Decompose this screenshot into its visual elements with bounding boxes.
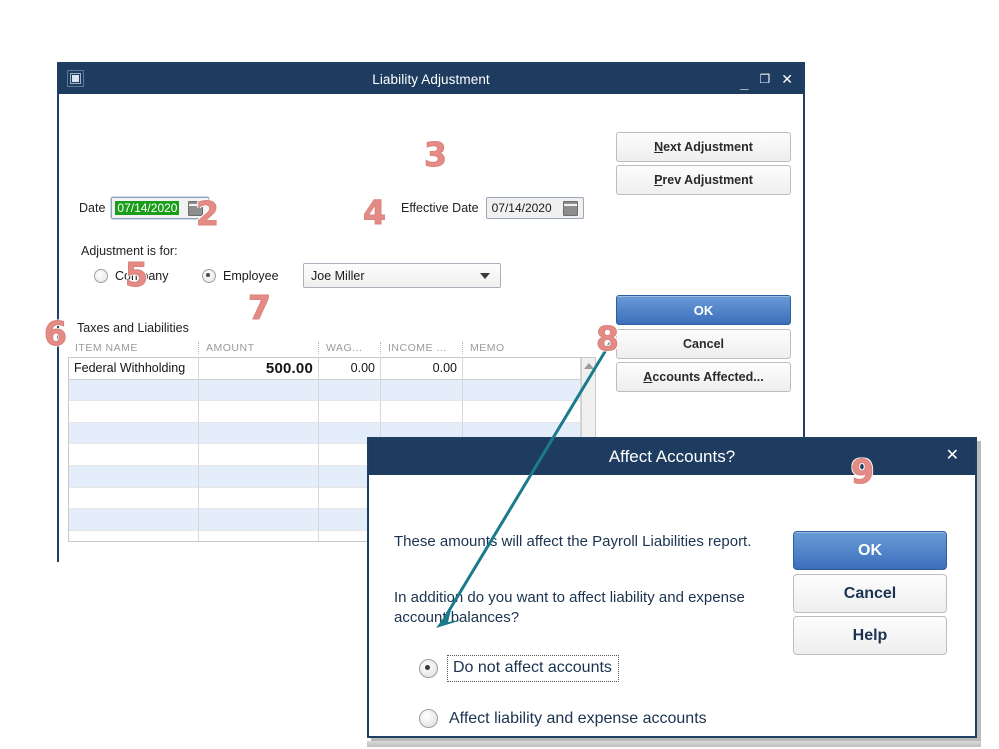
radio-company-icon	[94, 269, 108, 283]
cell-amount[interactable]	[199, 422, 319, 445]
close-icon[interactable]: ✕	[946, 448, 959, 464]
cell-item-name[interactable]	[69, 487, 199, 510]
cell-amount[interactable]	[199, 509, 319, 531]
dialog-help-button[interactable]: Help	[793, 616, 947, 655]
cell-amount[interactable]	[199, 444, 319, 466]
radio-do-not-affect-label: Do not affect accounts	[453, 659, 612, 676]
cell-item-name[interactable]: Federal Withholding	[69, 358, 199, 380]
column-header-income-subject[interactable]: INCOME ...	[380, 341, 462, 354]
minimize-icon[interactable]: _	[740, 76, 748, 91]
cell-amount[interactable]	[199, 465, 319, 488]
cancel-button[interactable]: Cancel	[616, 329, 791, 359]
column-header-wage-base[interactable]: WAG...	[318, 341, 380, 354]
callout-3: 3	[424, 135, 448, 174]
callout-2: 2	[196, 194, 220, 233]
affect-accounts-dialog: Affect Accounts? ✕ These amounts will af…	[367, 437, 977, 738]
affect-paragraph-1: These amounts will affect the Payroll Li…	[394, 533, 752, 550]
next-adjustment-label: ext Adjustment	[663, 140, 753, 154]
table-row[interactable]	[69, 401, 595, 423]
radio-affect-liability-icon	[419, 709, 438, 728]
cell-item-name[interactable]	[69, 379, 199, 402]
callout-7: 7	[248, 288, 272, 327]
radio-employee-label: Employee	[223, 269, 279, 283]
dialog-ok-button[interactable]: OK	[793, 531, 947, 570]
column-header-item-name[interactable]: ITEM NAME	[68, 342, 198, 354]
date-input[interactable]: 07/14/2020	[111, 197, 210, 219]
effective-date-value: 07/14/2020	[491, 201, 552, 215]
effective-date-label: Effective Date	[401, 201, 479, 215]
cell-memo[interactable]	[463, 401, 581, 423]
date-value: 07/14/2020	[115, 201, 180, 215]
next-adjustment-button[interactable]: Next Adjustment	[616, 132, 791, 162]
cell-wage-base[interactable]	[319, 379, 381, 402]
callout-5: 5	[125, 255, 149, 294]
cell-item-name[interactable]	[69, 401, 199, 423]
taxes-and-liabilities-label: Taxes and Liabilities	[77, 321, 189, 335]
cell-amount[interactable]	[199, 530, 319, 541]
window-controls: _ ❐ ✕	[740, 64, 793, 94]
cell-income-subject[interactable]: 0.00	[381, 358, 463, 380]
date-field-group: Date 07/14/2020	[79, 197, 210, 219]
table-row[interactable]	[69, 379, 595, 402]
date-label: Date	[79, 201, 106, 215]
cell-item-name[interactable]	[69, 444, 199, 466]
liability-adjustment-titlebar: Liability Adjustment _ ❐ ✕	[59, 64, 803, 94]
affect-paragraph-2: In addition do you want to affect liabil…	[394, 589, 745, 627]
chevron-down-icon[interactable]	[480, 272, 490, 279]
radio-do-not-affect-icon	[419, 659, 438, 678]
cell-item-name[interactable]	[69, 422, 199, 445]
radio-affect-liability-label: Affect liability and expense accounts	[449, 709, 707, 727]
radio-affect-liability-expense[interactable]: Affect liability and expense accounts	[419, 709, 707, 728]
column-header-memo[interactable]: MEMO	[462, 341, 580, 354]
dialog-cancel-button[interactable]: Cancel	[793, 574, 947, 613]
affect-accounts-titlebar: Affect Accounts? ✕	[369, 439, 975, 475]
taxes-grid-header: ITEM NAME AMOUNT WAG... INCOME ... MEMO	[68, 338, 596, 358]
cell-amount[interactable]	[199, 401, 319, 423]
dialog-footer-strip	[367, 741, 981, 747]
liability-adjustment-title: Liability Adjustment	[372, 71, 490, 87]
cell-income-subject[interactable]	[381, 379, 463, 402]
effective-date-field-group: Effective Date 07/14/2020	[401, 197, 584, 219]
cell-item-name[interactable]	[69, 465, 199, 488]
cell-income-subject[interactable]	[381, 401, 463, 423]
callout-4: 4	[363, 193, 387, 232]
window-system-menu-icon[interactable]	[67, 70, 84, 87]
ok-button[interactable]: OK	[616, 295, 791, 325]
employee-select[interactable]: Joe Miller	[303, 263, 501, 288]
radio-employee-icon	[202, 269, 216, 283]
cell-amount[interactable]	[199, 379, 319, 402]
accounts-affected-accel: A	[643, 370, 653, 384]
cell-wage-base[interactable]: 0.00	[319, 358, 381, 380]
table-row[interactable]: Federal Withholding 500.00 0.00 0.00	[69, 358, 595, 380]
prev-adjustment-label: rev Adjustment	[662, 173, 753, 187]
callout-8: 8	[596, 319, 620, 358]
scroll-up-arrow-icon[interactable]	[583, 363, 594, 369]
cell-item-name[interactable]	[69, 530, 199, 541]
cell-wage-base[interactable]	[319, 401, 381, 423]
affect-accounts-title: Affect Accounts?	[608, 447, 736, 466]
accounts-affected-label: ccounts Affected...	[652, 370, 764, 384]
prev-adjustment-button[interactable]: Prev Adjustment	[616, 165, 791, 195]
close-icon[interactable]: ✕	[781, 72, 793, 86]
maximize-icon[interactable]: ❐	[760, 73, 771, 85]
calendar-icon[interactable]	[562, 200, 578, 216]
cell-memo[interactable]	[463, 379, 581, 402]
cell-memo[interactable]	[463, 358, 581, 380]
callout-6: 6	[44, 314, 68, 353]
cell-item-name[interactable]	[69, 509, 199, 531]
radio-do-not-affect-accounts[interactable]: Do not affect accounts	[419, 655, 619, 682]
column-header-amount[interactable]: AMOUNT	[198, 341, 318, 354]
affect-accounts-body: These amounts will affect the Payroll Li…	[369, 475, 975, 736]
employee-select-value: Joe Miller	[311, 268, 365, 283]
accounts-affected-button[interactable]: Accounts Affected...	[616, 362, 791, 392]
effective-date-input[interactable]: 07/14/2020	[485, 197, 584, 219]
radio-employee[interactable]: Employee	[202, 269, 279, 283]
cell-amount[interactable]	[199, 487, 319, 510]
cell-amount[interactable]: 500.00	[199, 358, 319, 380]
next-adjustment-accel: N	[654, 140, 664, 154]
callout-9: 9	[851, 452, 875, 491]
